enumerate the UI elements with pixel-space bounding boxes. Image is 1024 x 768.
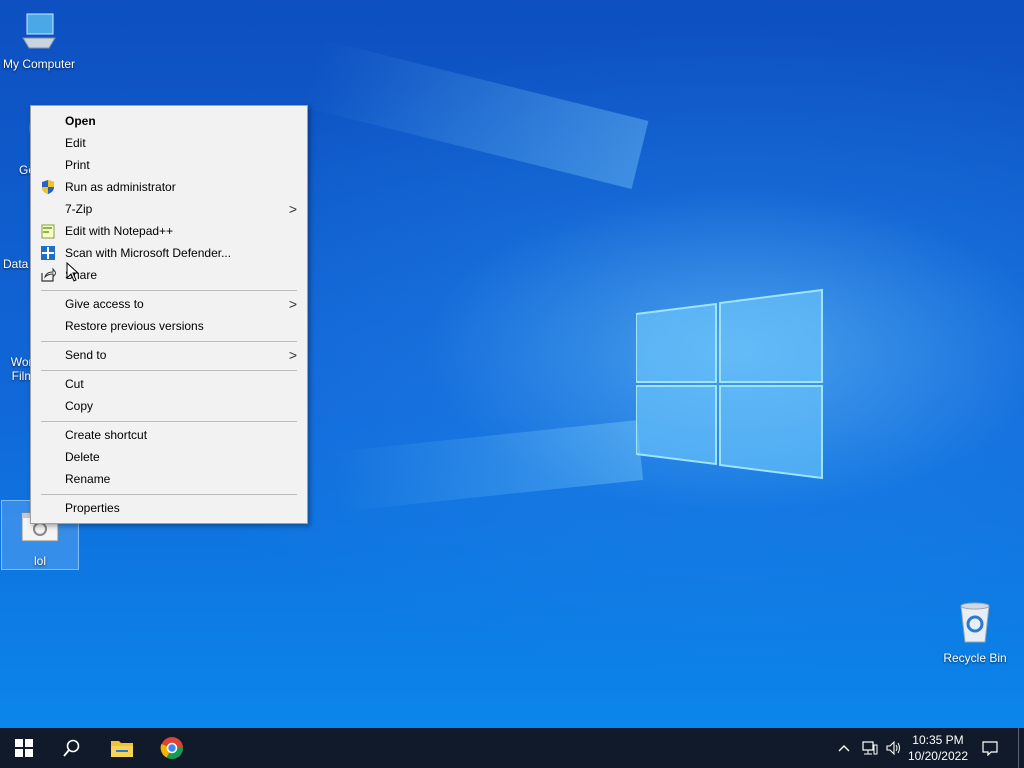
menu-item-label: Cut [65,377,84,391]
menu-item-properties[interactable]: Properties [31,497,307,519]
context-menu: Open Edit Print Run as administrator 7-Z… [30,105,308,524]
menu-item-restore-previous-versions[interactable]: Restore previous versions [31,315,307,337]
menu-item-copy[interactable]: Copy [31,395,307,417]
file-explorer-icon [111,741,133,757]
menu-item-create-shortcut[interactable]: Create shortcut [31,424,307,446]
computer-icon [22,13,56,49]
show-desktop-button[interactable] [1018,728,1024,768]
desktop-icon-label: Data [3,257,29,271]
volume-button[interactable] [886,728,904,768]
desktop-icon-my-computer[interactable]: My Computer [1,10,77,71]
menu-item-label: Properties [65,501,120,515]
chevron-right-icon: > [288,201,297,217]
taskbar: 10:35 PM 10/20/2022 [0,728,1024,768]
desktop-icon-label: lol [33,554,46,568]
menu-item-edit-with-notepad-plus-plus[interactable]: Edit with Notepad++ [31,220,307,242]
show-hidden-icons-button[interactable] [838,728,854,768]
menu-separator [41,494,297,495]
menu-item-7-zip[interactable]: 7-Zip > [31,198,307,220]
chrome-icon [160,737,183,759]
desktop-icon-recycle-bin[interactable]: Recycle Bin [937,600,1013,665]
menu-item-label: Edit [65,136,86,150]
menu-item-label: Send to [65,348,107,362]
clock[interactable]: 10:35 PM 10/20/2022 [908,732,968,764]
menu-item-print[interactable]: Print [31,154,307,176]
clock-date: 10/20/2022 [907,749,968,763]
menu-item-label: Give access to [65,297,144,311]
menu-item-label: Rename [65,472,111,486]
menu-item-give-access-to[interactable]: Give access to > [31,293,307,315]
menu-item-label: Edit with Notepad++ [65,224,174,238]
menu-item-label: Run as administrator [65,180,176,194]
desktop-icon-label: My Computer [2,57,76,71]
network-button[interactable] [862,728,880,768]
menu-item-run-as-administrator[interactable]: Run as administrator [31,176,307,198]
clock-time: 10:35 PM [912,733,964,747]
menu-item-label: Open [65,114,96,128]
share-icon [41,267,56,282]
chrome-button[interactable] [148,728,196,768]
chevron-right-icon: > [288,347,297,363]
file-explorer-button[interactable] [98,728,146,768]
menu-item-rename[interactable]: Rename [31,468,307,490]
shield-icon [42,180,54,194]
menu-item-label: 7-Zip [65,202,93,216]
menu-item-open[interactable]: Open [31,110,307,132]
windows-logo-wallpaper [636,288,823,480]
search-button[interactable] [48,728,96,768]
notepad-plus-plus-icon [41,224,55,239]
desktop: My Computer Go Ch Data Won Film l [0,0,1024,728]
menu-separator [41,370,297,371]
light-beam [328,420,644,513]
chevron-up-icon [838,745,850,752]
start-button[interactable] [0,728,48,768]
search-icon [63,739,80,757]
menu-item-edit[interactable]: Edit [31,132,307,154]
menu-item-label: Restore previous versions [65,319,204,333]
menu-separator [41,421,297,422]
menu-item-label: Copy [65,399,94,413]
menu-item-scan-with-microsoft-defender[interactable]: Scan with Microsoft Defender... [31,242,307,264]
notification-center-button[interactable] [982,728,1002,768]
recycle-bin-icon [960,602,990,643]
menu-separator [41,341,297,342]
menu-item-send-to[interactable]: Send to > [31,344,307,366]
chevron-right-icon: > [288,296,297,312]
desktop-icon-label: Recycle Bin [943,651,1007,665]
mouse-cursor-icon [66,262,80,282]
menu-item-label: Print [65,158,90,172]
menu-item-label: Scan with Microsoft Defender... [65,246,232,260]
network-icon [862,741,878,755]
menu-item-label: Create shortcut [65,428,148,442]
start-icon [15,739,33,757]
menu-item-cut[interactable]: Cut [31,373,307,395]
menu-item-label: Delete [65,450,100,464]
defender-icon [41,246,55,260]
notification-icon [982,741,998,756]
light-beam [301,38,649,189]
volume-icon [886,741,900,755]
menu-separator [41,290,297,291]
menu-item-delete[interactable]: Delete [31,446,307,468]
